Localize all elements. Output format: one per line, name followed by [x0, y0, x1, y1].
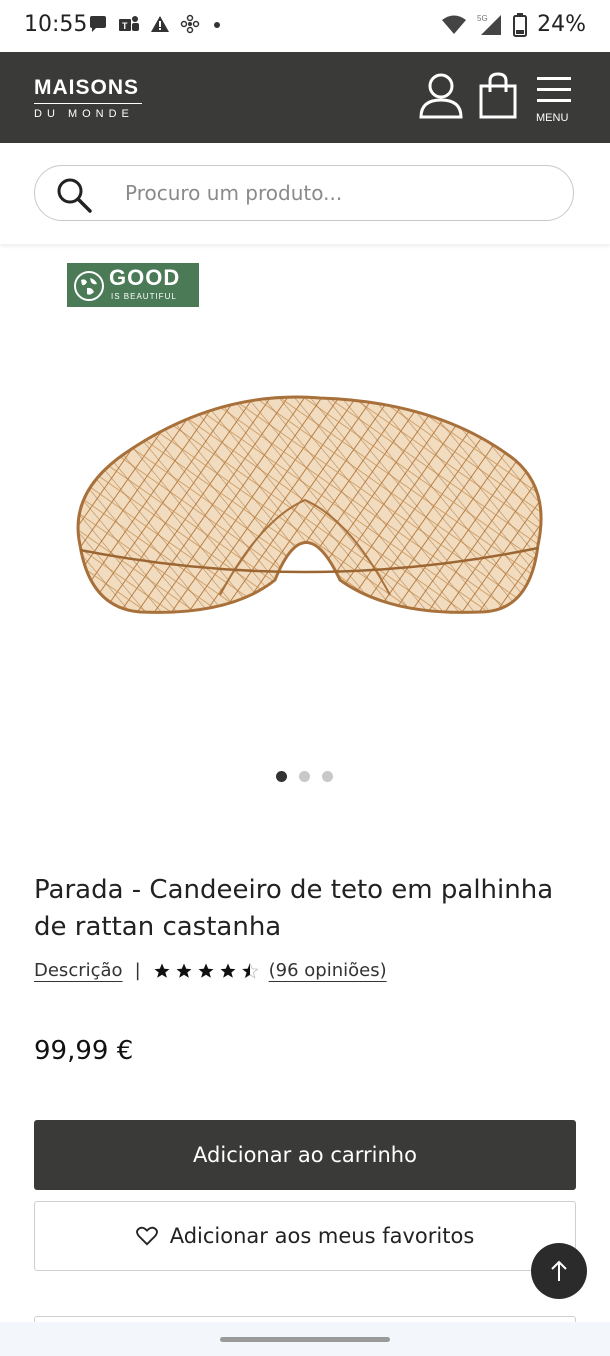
arrow-up-icon: [551, 1260, 567, 1281]
gallery-dot-2[interactable]: [299, 771, 310, 782]
shopping-bag-icon[interactable]: [478, 72, 518, 120]
battery-icon: [513, 12, 528, 37]
search-placeholder: Procuro um produto...: [125, 181, 343, 205]
teams-icon: T: [119, 16, 139, 31]
half-star-icon: [241, 962, 259, 979]
menu-label[interactable]: MENU: [536, 112, 568, 124]
scroll-to-top-button[interactable]: [531, 1243, 587, 1299]
svg-text:5G: 5G: [477, 14, 488, 23]
product-title: Parada - Candeeiro de teto em palhinha d…: [34, 875, 554, 942]
notification-icons: T: [88, 14, 224, 34]
chat-bubble-icon: [90, 16, 106, 32]
good-is-beautiful-badge: GOOD IS BEAUTIFUL: [67, 263, 199, 307]
globe-icon: [74, 271, 104, 301]
add-to-favorites-button[interactable]: Adicionar aos meus favoritos: [34, 1201, 576, 1271]
battery-percent: 24%: [537, 12, 586, 37]
heart-icon: [135, 1226, 158, 1246]
svg-text:T: T: [122, 21, 128, 31]
hamburger-menu-icon[interactable]: [537, 76, 571, 104]
system-navigation-bar: [0, 1322, 610, 1356]
search-input[interactable]: Procuro um produto...: [34, 165, 574, 221]
status-bar: 10:55 T 5G 24%: [0, 0, 610, 52]
search-icon: [57, 178, 92, 213]
account-icon[interactable]: [418, 72, 464, 120]
reviews-link[interactable]: (96 opiniões): [269, 960, 387, 981]
star-icon: [220, 963, 236, 978]
brand-logo[interactable]: MAISONS DU MONDE: [34, 76, 142, 120]
add-to-cart-button[interactable]: Adicionar ao carrinho: [34, 1120, 576, 1190]
signal-5g-icon: 5G: [477, 14, 502, 35]
wifi-icon: [442, 15, 467, 34]
search-section: Procuro um produto...: [0, 143, 610, 244]
dot-icon: [214, 22, 220, 28]
meta-separator: |: [134, 960, 141, 981]
description-link[interactable]: Descrição: [34, 960, 123, 981]
product-meta: Descrição | (96 opiniões): [34, 960, 387, 981]
logo-text-sub: DU MONDE: [34, 108, 134, 120]
add-to-favorites-label: Adicionar aos meus favoritos: [169, 1224, 475, 1248]
gallery-pagination: [276, 771, 333, 782]
fan-icon: [180, 14, 200, 34]
badge-title: GOOD: [109, 265, 181, 290]
product-image[interactable]: [60, 380, 550, 630]
gallery-dot-1[interactable]: [276, 771, 287, 782]
product-price: 99,99 €: [34, 1036, 134, 1066]
rating-stars: [153, 962, 259, 980]
site-header: MAISONS DU MONDE MENU: [0, 52, 610, 143]
status-time: 10:55: [24, 12, 88, 37]
star-icon: [154, 963, 170, 978]
logo-divider: [34, 103, 142, 104]
star-icon: [176, 963, 192, 978]
system-icons: 5G 24%: [441, 12, 586, 37]
home-gesture-pill[interactable]: [220, 1337, 390, 1342]
warning-icon: [151, 16, 169, 32]
badge-subtitle: IS BEAUTIFUL: [111, 292, 177, 301]
logo-text-main: MAISONS: [34, 76, 140, 99]
gallery-dot-3[interactable]: [322, 771, 333, 782]
star-icon: [198, 963, 214, 978]
